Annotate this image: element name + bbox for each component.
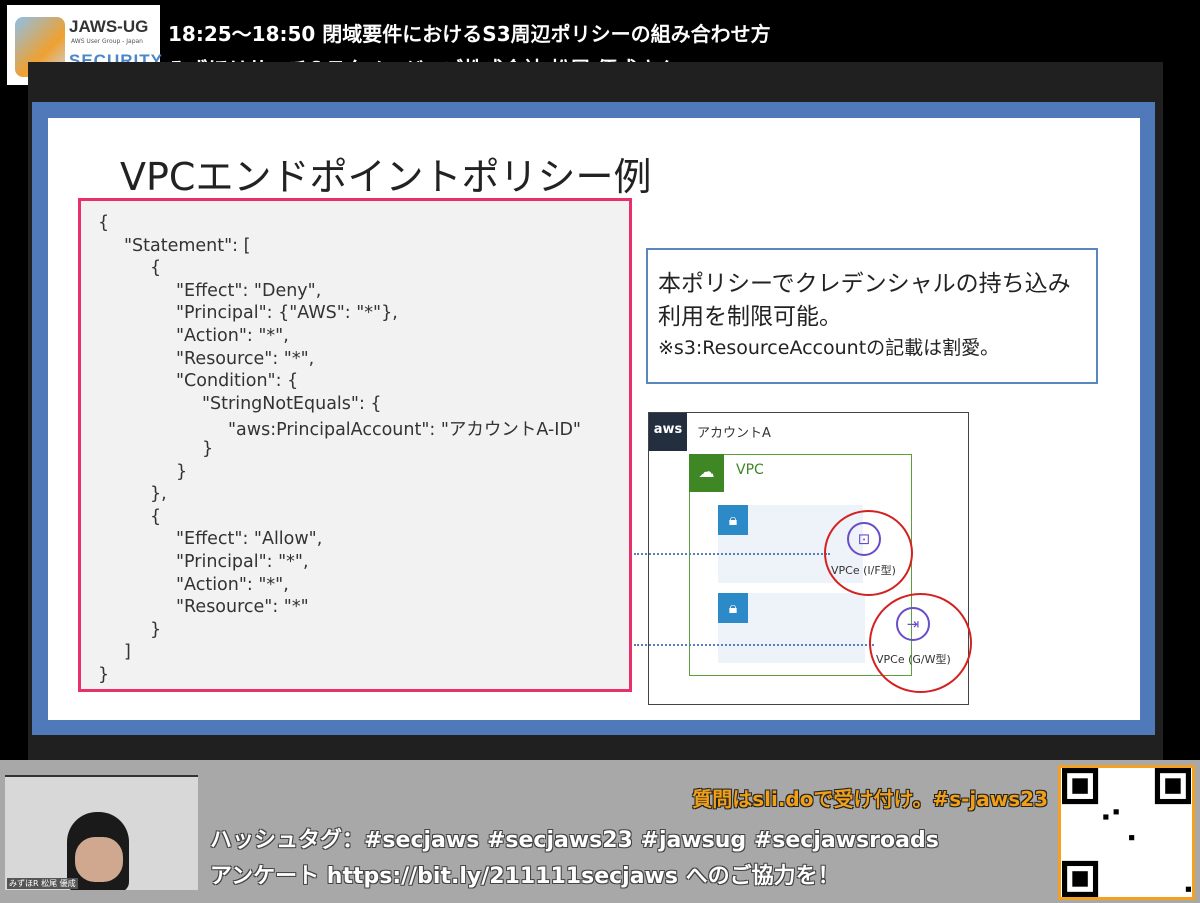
slido-notice: 質問はsli.doで受け付け。#s-jaws23 [692, 787, 1048, 811]
session-title: 18:25～18:50 閉域要件におけるS3周辺ポリシーの組み合わせ方 [168, 22, 771, 46]
code-line: { [150, 258, 162, 279]
connection-line [634, 644, 874, 646]
code-line: "Resource": "*" [176, 597, 309, 618]
gateway-endpoint-icon: ⇥ [896, 607, 930, 641]
slide-title: VPCエンドポイントポリシー例 [120, 155, 652, 199]
lock-icon: 🔒︎ [718, 593, 748, 623]
code-line: "Action": "*", [176, 574, 289, 595]
code-line: } [98, 665, 110, 685]
code-line: "Principal": {"AWS": "*"}, [176, 303, 398, 324]
code-line: "Resource": "*", [176, 348, 315, 369]
note-line: 本ポリシーでクレデンシャルの持ち込み [658, 271, 1071, 297]
code-line: "Principal": "*", [176, 552, 309, 572]
code-line: "Effect": "Deny", [176, 280, 322, 301]
speaker-face [75, 837, 123, 882]
note-line: 利用を制限可能。 [658, 304, 842, 330]
connection-line [634, 553, 830, 555]
vpc-cloud-icon: ☁ [689, 454, 724, 492]
endpoint-gw-label: VPCe (G/W型) [876, 653, 951, 666]
code-line: }, [150, 484, 167, 505]
qr-pattern [1062, 768, 1191, 897]
interface-endpoint-icon: ⊡ [847, 522, 881, 556]
code-line: } [202, 439, 214, 459]
code-line: "Action": "*", [176, 326, 289, 346]
camera-label: みずほR 松尾 優成 [7, 878, 78, 889]
code-line: { [150, 506, 162, 527]
qr-code[interactable] [1058, 765, 1195, 900]
code-line: } [150, 619, 162, 640]
aws-logo-icon: aws [649, 413, 687, 451]
vpc-label: VPC [736, 462, 764, 478]
note-footnote: ※s3:ResourceAccountの記載は割愛。 [658, 337, 1000, 359]
code-line: "Effect": "Allow", [176, 529, 323, 550]
code-line: { [98, 213, 110, 233]
policy-code-box: {"Statement": [{"Effect": "Deny", "Princi… [78, 198, 632, 692]
account-label: アカウントA [697, 426, 771, 441]
note-box: 本ポリシーでクレデンシャルの持ち込み 利用を制限可能。 ※s3:Resource… [646, 248, 1098, 384]
code-line: } [176, 461, 188, 482]
endpoint-if-label: VPCe (I/F型) [831, 564, 896, 577]
code-line: ] [124, 642, 131, 663]
logo-subtext: AWS User Group - Japan [71, 38, 143, 45]
code-line: "Condition": { [176, 371, 299, 392]
survey-link[interactable]: アンケート https://bit.ly/211111secjaws へのご協力… [210, 858, 840, 890]
lock-icon: 🔒︎ [718, 505, 748, 535]
code-line: "StringNotEquals": { [202, 393, 382, 414]
hashtags: ハッシュタグ：#secjaws #secjaws23 #jawsug #secj… [210, 828, 939, 853]
code-line: "Statement": [ [124, 235, 251, 256]
code-line: "aws:PrincipalAccount": "アカウントA-ID" [228, 420, 581, 441]
speaker-camera: みずほR 松尾 優成 [5, 775, 198, 890]
logo-text: JAWS-UG [69, 17, 149, 36]
